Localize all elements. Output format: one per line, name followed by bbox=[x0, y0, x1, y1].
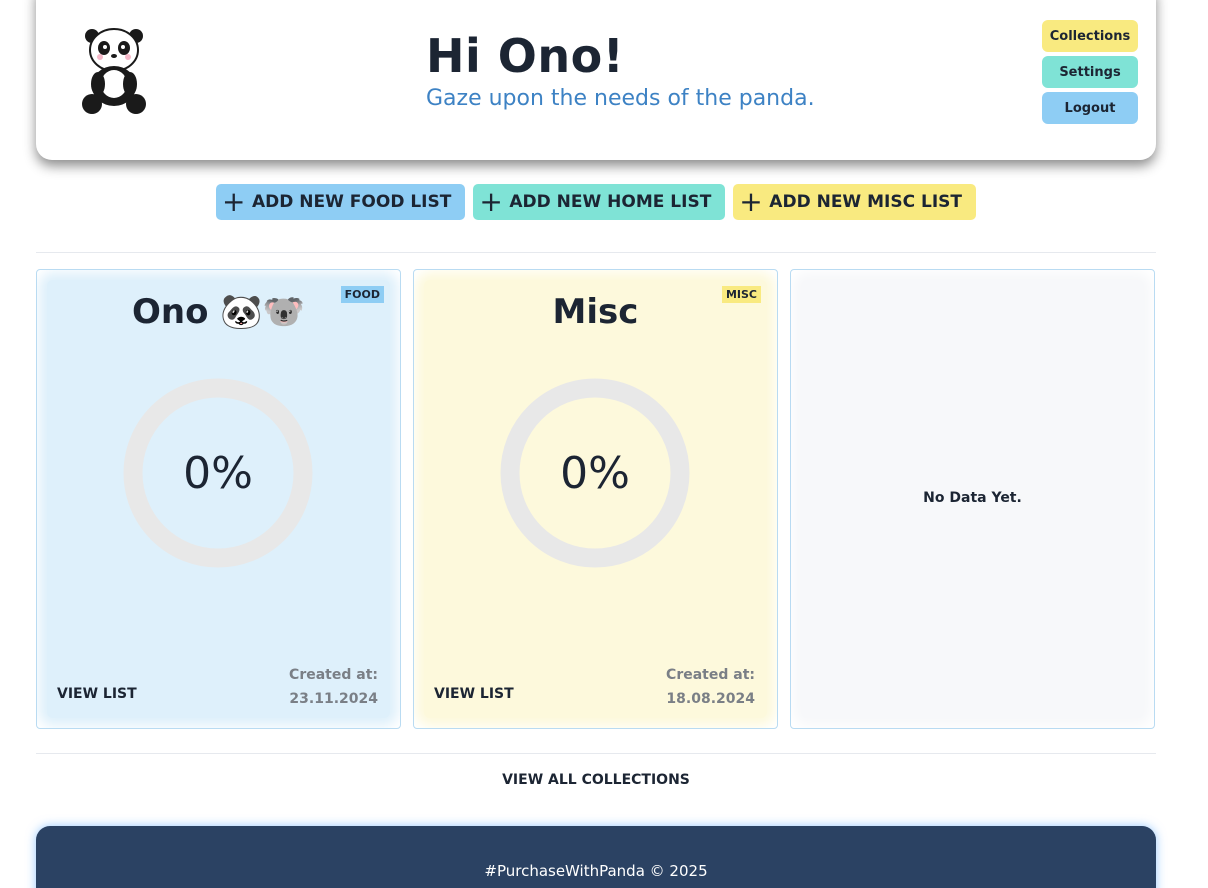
settings-button[interactable]: Settings bbox=[1042, 56, 1138, 88]
logout-button[interactable]: Logout bbox=[1042, 92, 1138, 124]
top-nav: Collections Settings Logout bbox=[1042, 20, 1138, 128]
view-all-collections-button[interactable]: VIEW ALL COLLECTIONS bbox=[0, 772, 1192, 788]
add-home-list-label: ADD NEW HOME LIST bbox=[509, 192, 712, 212]
add-home-list-button[interactable]: + ADD NEW HOME LIST bbox=[473, 184, 726, 220]
add-misc-list-button[interactable]: + ADD NEW MISC LIST bbox=[733, 184, 976, 220]
created-label: Created at: bbox=[289, 667, 378, 683]
add-food-list-button[interactable]: + ADD NEW FOOD LIST bbox=[216, 184, 466, 220]
plus-icon: + bbox=[479, 185, 503, 218]
list-card-empty: No Data Yet. bbox=[790, 269, 1155, 729]
header: Hi Ono! Gaze upon the needs of the panda… bbox=[36, 0, 1156, 160]
list-card-food: FOOD Ono 🐼🐨 0% VIEW LIST Created at: 23.… bbox=[36, 269, 401, 729]
created-info: Created at: 23.11.2024 bbox=[289, 663, 378, 711]
progress-percent: 0% bbox=[560, 447, 630, 499]
plus-icon: + bbox=[222, 185, 246, 218]
panda-logo-icon bbox=[82, 28, 146, 114]
list-card-misc: MISC Misc 0% VIEW LIST Created at: 18.08… bbox=[413, 269, 778, 729]
divider bbox=[36, 252, 1156, 253]
page-subtitle: Gaze upon the needs of the panda. bbox=[426, 86, 815, 111]
created-date: 23.11.2024 bbox=[289, 691, 378, 707]
view-list-button[interactable]: VIEW LIST bbox=[57, 686, 137, 702]
greeting-block: Hi Ono! Gaze upon the needs of the panda… bbox=[426, 28, 815, 111]
collections-button[interactable]: Collections bbox=[1042, 20, 1138, 52]
footer-text: #PurchaseWithPanda © 2025 bbox=[484, 862, 708, 880]
view-list-button[interactable]: VIEW LIST bbox=[434, 686, 514, 702]
empty-message: No Data Yet. bbox=[923, 490, 1022, 506]
add-food-list-label: ADD NEW FOOD LIST bbox=[252, 192, 452, 212]
card-title: Ono 🐼🐨 bbox=[132, 292, 305, 332]
created-date: 18.08.2024 bbox=[666, 691, 755, 707]
add-list-toolbar: + ADD NEW FOOD LIST + ADD NEW HOME LIST … bbox=[0, 184, 1192, 220]
created-info: Created at: 18.08.2024 bbox=[666, 663, 755, 711]
card-title: Misc bbox=[552, 292, 639, 332]
footer: #PurchaseWithPanda © 2025 bbox=[36, 826, 1156, 888]
add-misc-list-label: ADD NEW MISC LIST bbox=[769, 192, 962, 212]
divider bbox=[36, 753, 1156, 754]
created-label: Created at: bbox=[666, 667, 755, 683]
page-title: Hi Ono! bbox=[426, 29, 625, 83]
plus-icon: + bbox=[739, 185, 763, 218]
progress-percent: 0% bbox=[183, 447, 253, 499]
